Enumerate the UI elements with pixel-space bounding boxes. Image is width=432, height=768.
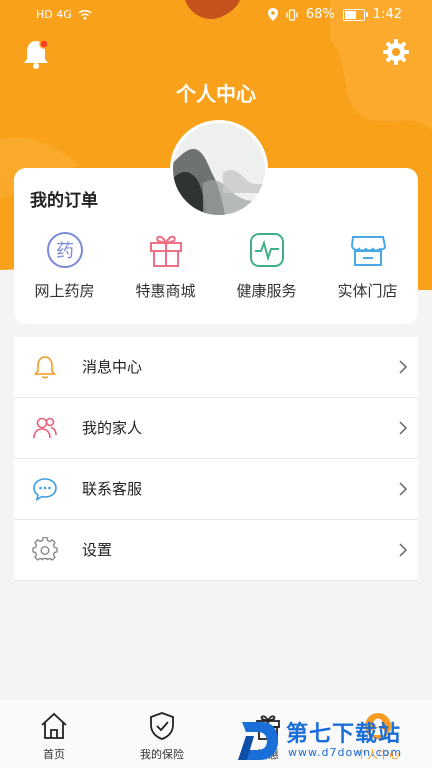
watermark-logo bbox=[238, 722, 278, 760]
settings-menu: 消息中心 我的家人 联系客服 设置 bbox=[14, 337, 418, 581]
order-item-health[interactable]: 健康服务 bbox=[216, 230, 317, 301]
settings-gear-icon bbox=[32, 537, 58, 561]
menu-item-messages[interactable]: 消息中心 bbox=[14, 337, 418, 398]
wifi-icon bbox=[78, 9, 92, 20]
order-card-title: 我的订单 bbox=[30, 191, 98, 211]
store-icon bbox=[350, 236, 386, 266]
menu-item-family[interactable]: 我的家人 bbox=[14, 398, 418, 459]
order-item-label: 网上药房 bbox=[34, 282, 95, 300]
chevron-right-icon bbox=[399, 482, 408, 496]
tab-label: 我的保险 bbox=[140, 748, 184, 761]
menu-item-label: 我的家人 bbox=[82, 419, 143, 437]
chevron-right-icon bbox=[399, 360, 408, 374]
svg-text:药: 药 bbox=[56, 241, 74, 262]
network-indicators: HD 4G bbox=[36, 8, 92, 21]
avatar[interactable] bbox=[170, 120, 268, 218]
clock: 1:42 bbox=[372, 7, 402, 22]
menu-item-label: 联系客服 bbox=[82, 480, 143, 498]
tab-insurance[interactable]: 我的保险 bbox=[122, 710, 202, 762]
order-item-label: 实体门店 bbox=[337, 282, 398, 300]
chevron-right-icon bbox=[399, 543, 408, 557]
watermark-brand: 第七下载站 bbox=[286, 722, 402, 747]
bell-icon bbox=[24, 39, 49, 69]
vibrate-icon bbox=[286, 8, 298, 21]
watermark: 第七下载站 www.d7down.com bbox=[236, 712, 426, 768]
page-title: 个人中心 bbox=[176, 82, 256, 106]
notification-button[interactable] bbox=[22, 38, 50, 70]
status-bar: HD 4G 68% 1:42 bbox=[0, 0, 432, 32]
system-indicators: 68% 1:42 bbox=[267, 7, 402, 22]
health-monitor-icon bbox=[249, 233, 284, 267]
menu-item-support[interactable]: 联系客服 bbox=[14, 459, 418, 520]
family-icon bbox=[33, 417, 57, 439]
network-label: HD 4G bbox=[36, 8, 72, 21]
order-item-label: 特惠商城 bbox=[135, 282, 196, 300]
location-icon bbox=[267, 8, 278, 21]
bell-icon bbox=[33, 356, 57, 379]
order-item-pharmacy[interactable]: 药 网上药房 bbox=[14, 230, 115, 301]
menu-item-label: 消息中心 bbox=[82, 358, 143, 376]
menu-item-settings[interactable]: 设置 bbox=[14, 520, 418, 581]
pharmacy-icon: 药 bbox=[46, 232, 83, 268]
order-item-label: 健康服务 bbox=[236, 282, 297, 300]
chevron-right-icon bbox=[399, 421, 408, 435]
battery-percent: 68% bbox=[305, 7, 335, 22]
avatar-landscape-image bbox=[173, 123, 265, 215]
settings-button[interactable] bbox=[382, 38, 410, 66]
battery-icon bbox=[342, 8, 368, 21]
home-icon bbox=[41, 712, 67, 739]
order-item-mall[interactable]: 特惠商城 bbox=[115, 230, 216, 301]
chat-bubble-icon bbox=[33, 478, 57, 502]
tab-home[interactable]: 首页 bbox=[14, 710, 94, 762]
gear-icon bbox=[383, 39, 409, 65]
order-item-store[interactable]: 实体门店 bbox=[317, 230, 418, 301]
order-shortcuts: 药 网上药房 特惠商城 健康服务 实体门店 bbox=[14, 230, 418, 301]
gift-icon bbox=[149, 235, 182, 267]
watermark-url: www.d7down.com bbox=[288, 746, 403, 759]
shield-check-icon bbox=[150, 712, 174, 740]
menu-item-label: 设置 bbox=[82, 541, 113, 559]
tab-label: 首页 bbox=[43, 748, 65, 761]
